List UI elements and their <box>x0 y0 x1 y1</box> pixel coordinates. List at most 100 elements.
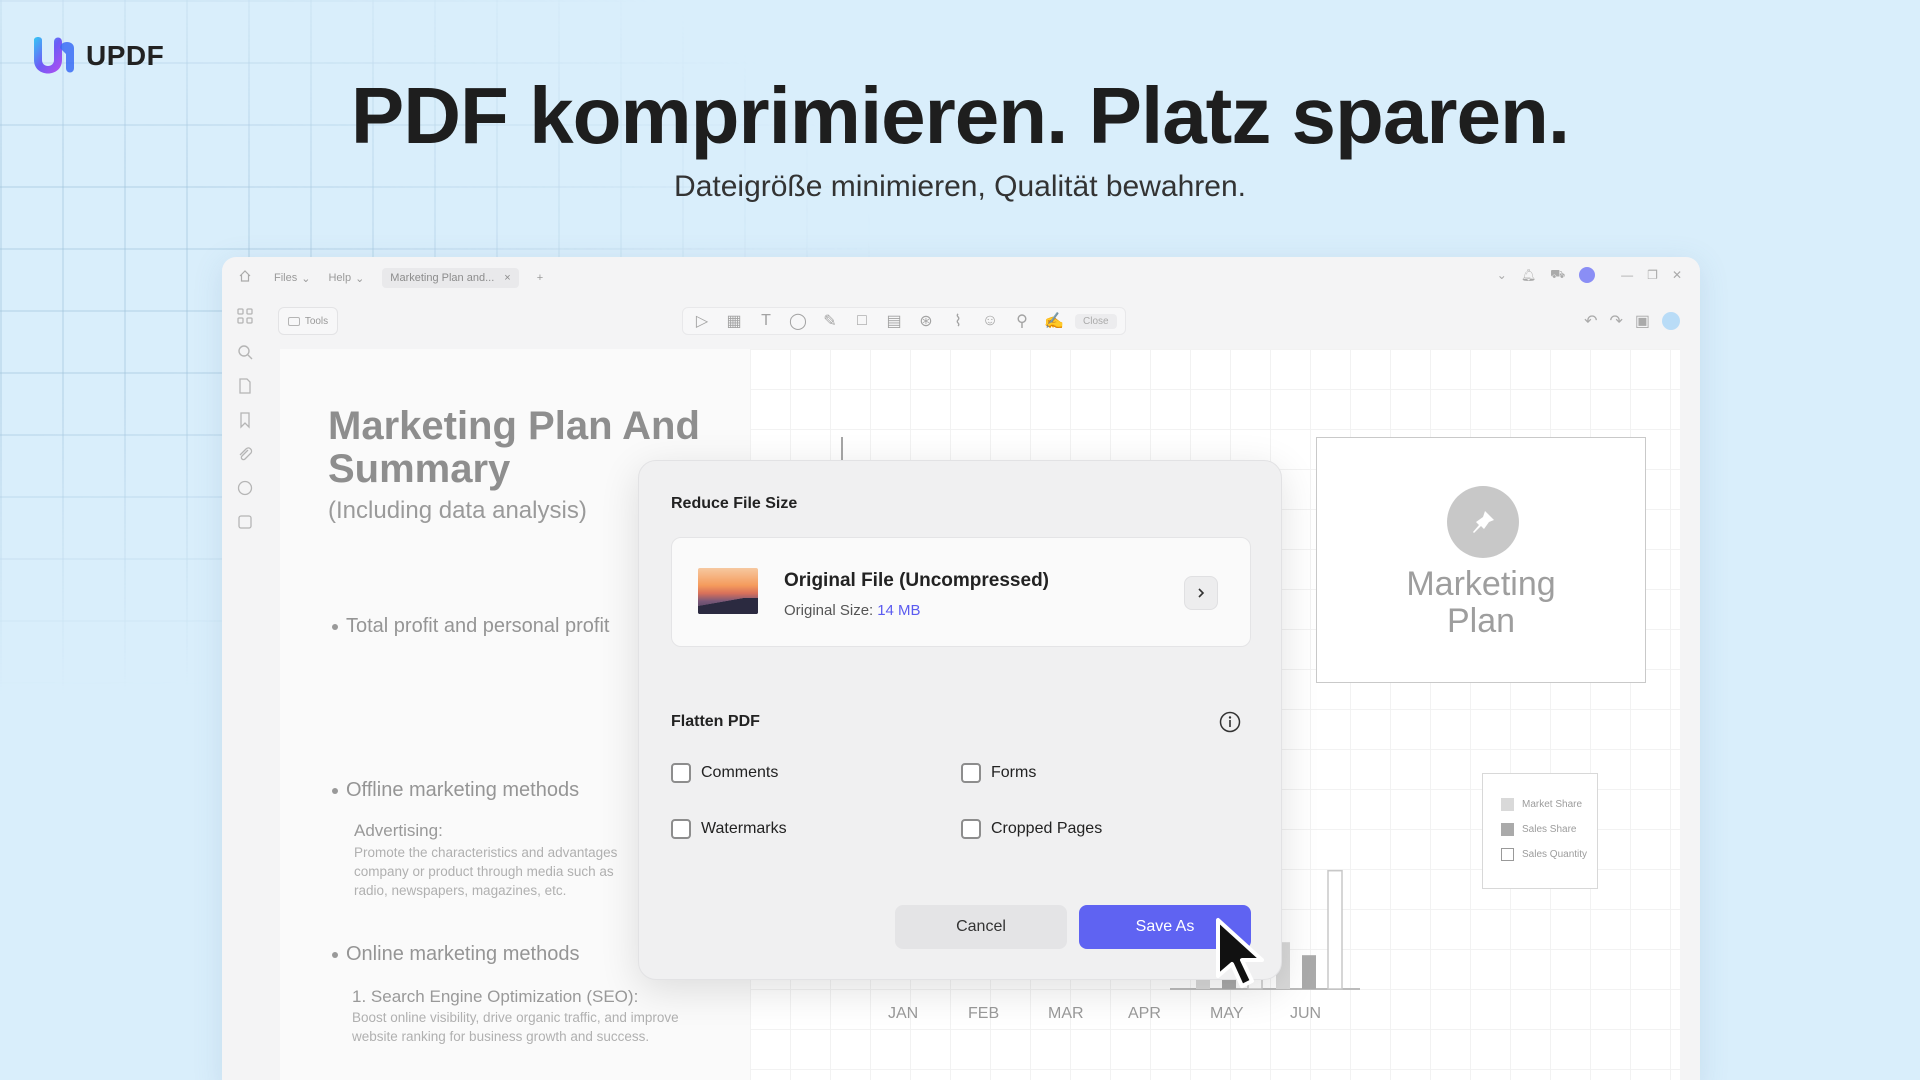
legend-item: Sales Quantity <box>1501 848 1597 861</box>
paperclip-icon[interactable]: ⌇ <box>947 310 969 332</box>
expand-file-button[interactable] <box>1184 576 1218 610</box>
save-icon[interactable]: ▣ <box>1635 311 1650 331</box>
bookmark-icon[interactable] <box>236 411 254 429</box>
original-file-card[interactable]: Original File (Uncompressed) Original Si… <box>671 537 1251 647</box>
legend-swatch <box>1501 798 1514 811</box>
title-bar: Files ⌄ Help ⌄ Marketing Plan and... × + ⌄… <box>222 257 1700 295</box>
forms-checkbox[interactable]: Forms <box>961 763 1036 783</box>
bullet-dot <box>332 951 338 958</box>
legend-label: Sales Share <box>1522 824 1577 835</box>
card-line-1: Marketing <box>1406 565 1556 603</box>
checkbox-box[interactable] <box>671 819 691 839</box>
avatar[interactable] <box>1579 267 1596 283</box>
pin-icon <box>1473 511 1494 533</box>
sticker-icon[interactable]: ☺ <box>979 310 1001 332</box>
left-sidebar <box>222 257 268 1080</box>
legend-item: Sales Share <box>1501 823 1597 836</box>
chart-bar <box>1302 955 1316 989</box>
cancel-button[interactable]: Cancel <box>895 905 1067 949</box>
cursor-icon <box>1216 918 1264 988</box>
document-tab[interactable]: Marketing Plan and... × <box>382 268 519 288</box>
cropped-pages-label: Cropped Pages <box>991 820 1103 837</box>
file-size-value: 14 MB <box>877 602 921 619</box>
shape-icon[interactable]: □ <box>851 310 873 332</box>
legend-label: Sales Quantity <box>1522 849 1588 860</box>
bullet-offline-label: Offline marketing methods <box>346 779 580 801</box>
advertising-line: radio, newspapers, magazines, etc. <box>354 883 567 898</box>
files-menu[interactable]: Files ⌄ <box>274 272 310 285</box>
tools-button-label: Tools <box>304 315 329 327</box>
legend-swatch <box>1501 848 1514 861</box>
pin-icon-badge <box>1447 486 1519 558</box>
watermarks-label: Watermarks <box>701 820 787 837</box>
comments-label: Comments <box>701 764 779 781</box>
stamp-icon[interactable]: ⊛ <box>915 310 937 332</box>
close-icon[interactable]: ✕ <box>1672 268 1682 282</box>
checkbox-box[interactable] <box>671 763 691 783</box>
user-icon[interactable]: ⚲ <box>1011 310 1033 332</box>
comment-icon[interactable]: ◯ <box>787 310 809 332</box>
file-size: Original Size: 14 MB <box>784 602 921 619</box>
help-menu-label: Help <box>328 272 352 284</box>
info-icon[interactable] <box>1219 711 1241 733</box>
paperclip-icon[interactable] <box>236 445 254 463</box>
signature-icon[interactable]: ✍ <box>1043 310 1065 332</box>
x-tick-label: APR <box>1128 1005 1161 1022</box>
chevron-down-icon: ⌄ <box>355 272 365 285</box>
text-icon[interactable]: T <box>755 310 777 332</box>
advertising-line: Promote the characteristics and advantag… <box>354 845 618 860</box>
text-box-icon[interactable]: ▦ <box>723 310 745 332</box>
close-tab-icon[interactable]: × <box>504 272 510 284</box>
chart-legend: Market Share Sales Share Sales Quantity <box>1482 773 1598 889</box>
comments-checkbox[interactable]: Comments <box>671 763 778 783</box>
marketing-plan-card: Marketing Plan <box>1316 437 1646 683</box>
hero-subtitle: Dateigröße minimieren, Qualität bewahren… <box>674 170 1246 203</box>
pen-icon[interactable]: ✎ <box>819 310 841 332</box>
chevron-down-icon: ⌄ <box>301 272 311 285</box>
ai-assistant-icon[interactable] <box>1662 312 1680 330</box>
legend-label: Market Share <box>1522 799 1583 810</box>
file-thumbnail <box>698 568 758 614</box>
document-subtitle: (Including data analysis) <box>328 497 587 524</box>
card-line-2: Plan <box>1446 602 1516 640</box>
bullet-total-profit-label: Total profit and personal profit <box>346 615 610 637</box>
bell-icon[interactable]: 🔔︎ <box>1521 268 1536 282</box>
grid-icon[interactable] <box>236 307 254 325</box>
hero-title: PDF komprimieren. Platz sparen. <box>350 71 1570 160</box>
bullet-dot <box>332 623 338 630</box>
comment-icon[interactable] <box>236 479 254 497</box>
maximize-icon[interactable]: ❐ <box>1647 268 1658 282</box>
toolbox-icon <box>287 316 300 326</box>
redo-icon[interactable]: ↷ <box>1609 311 1622 331</box>
select-icon[interactable]: ▷ <box>691 310 713 332</box>
highlight-icon[interactable]: ▤ <box>883 310 905 332</box>
undo-icon[interactable]: ↶ <box>1584 311 1597 331</box>
chevron-down-icon[interactable]: ⌄ <box>1497 268 1507 282</box>
document-tab-label: Marketing Plan and... <box>390 272 495 284</box>
bullet-total-profit: Total profit and personal profit <box>332 615 610 638</box>
new-tab-icon[interactable]: + <box>537 272 543 284</box>
file-name: Original File (Uncompressed) <box>784 570 1049 591</box>
close-tools-button[interactable]: Close <box>1075 313 1117 329</box>
tools-button[interactable]: Tools <box>278 307 338 335</box>
chart-bar <box>1327 869 1343 990</box>
help-menu[interactable]: Help ⌄ <box>328 272 364 285</box>
legend-item: Market Share <box>1501 798 1597 811</box>
bullet-online-label: Online marketing methods <box>346 943 580 965</box>
minimize-icon[interactable]: — <box>1621 268 1633 282</box>
history-tools: ↶ ↷ ▣ <box>1584 311 1680 331</box>
x-tick-label: MAY <box>1210 1005 1244 1022</box>
checkbox-box[interactable] <box>961 763 981 783</box>
search-icon[interactable] <box>236 343 254 361</box>
watermarks-checkbox[interactable]: Watermarks <box>671 819 787 839</box>
cropped-pages-checkbox[interactable]: Cropped Pages <box>961 819 1102 839</box>
dialog-title: Reduce File Size <box>671 495 798 512</box>
advertising-text: Promote the characteristics and advantag… <box>354 843 654 903</box>
files-menu-label: Files <box>274 272 298 284</box>
advertising-line: company or product through media such as <box>354 864 614 879</box>
file-size-label: Original Size: <box>784 602 874 619</box>
checkbox-box[interactable] <box>961 819 981 839</box>
stamp-icon[interactable] <box>236 513 254 531</box>
cart-icon[interactable]: ⛟ <box>1550 267 1565 283</box>
page-icon[interactable] <box>236 377 254 395</box>
